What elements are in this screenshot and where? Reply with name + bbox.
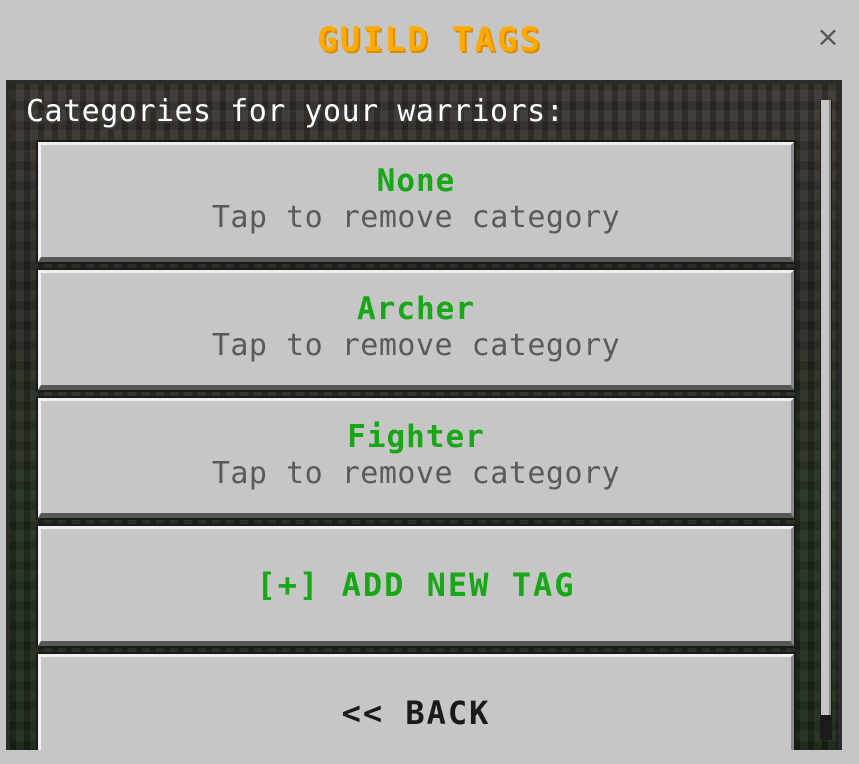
tag-button-none[interactable]: None Tap to remove category: [36, 140, 796, 264]
close-icon: ×: [816, 20, 840, 53]
tag-list: None Tap to remove category Archer Tap t…: [36, 140, 796, 750]
add-new-tag-button[interactable]: [+] ADD NEW TAG: [36, 524, 796, 648]
tag-name: None: [376, 163, 456, 199]
back-label: << BACK: [341, 694, 491, 732]
tag-button-fighter[interactable]: Fighter Tap to remove category: [36, 396, 796, 520]
close-button[interactable]: ×: [813, 22, 843, 52]
tag-name: Fighter: [347, 419, 485, 455]
tag-button-archer[interactable]: Archer Tap to remove category: [36, 268, 796, 392]
tag-name: Archer: [357, 291, 475, 327]
tag-list-panel: Categories for your warriors: None Tap t…: [6, 80, 842, 750]
tag-hint: Tap to remove category: [211, 456, 621, 491]
tag-hint: Tap to remove category: [211, 200, 621, 235]
guild-tags-dialog: GUILD TAGS × Categories for your warrior…: [0, 0, 859, 764]
title-bar: GUILD TAGS ×: [0, 0, 859, 80]
panel-caption: Categories for your warriors:: [26, 94, 565, 129]
scrollbar-thumb[interactable]: [821, 100, 831, 715]
dialog-title: GUILD TAGS: [317, 20, 542, 60]
tag-hint: Tap to remove category: [211, 328, 621, 363]
scrollbar-track[interactable]: [820, 100, 832, 740]
add-new-tag-label: [+] ADD NEW TAG: [256, 566, 576, 604]
back-button[interactable]: << BACK: [36, 652, 796, 750]
